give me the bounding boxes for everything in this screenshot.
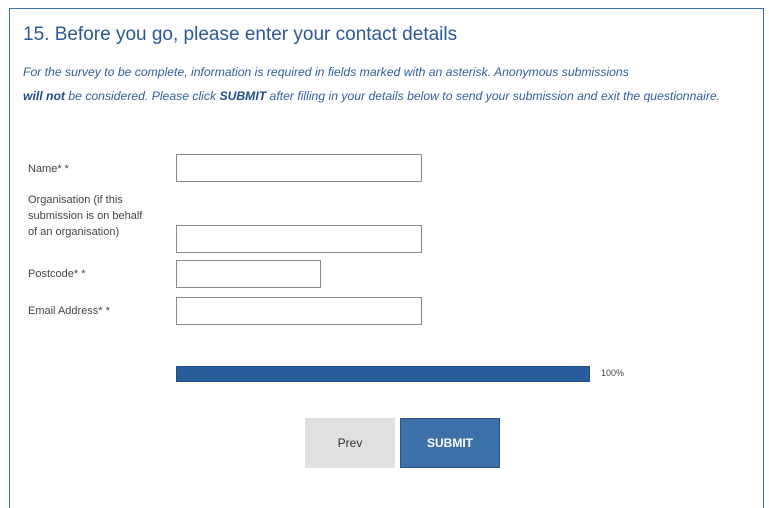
instructions-text-2: be considered. Please click bbox=[64, 89, 220, 103]
name-label: Name* * bbox=[28, 163, 69, 175]
progress-bar-fill bbox=[177, 367, 589, 381]
question-instructions: For the survey to be complete, informati… bbox=[23, 60, 748, 108]
organisation-label-line-2: submission is on behalf bbox=[28, 210, 143, 222]
organisation-label: Organisation (if this submission is on b… bbox=[28, 192, 142, 240]
organisation-label-line-1: Organisation (if this bbox=[28, 194, 123, 206]
question-title: 15. Before you go, please enter your con… bbox=[23, 24, 458, 45]
progress-bar bbox=[176, 366, 590, 382]
progress-percent: 100% bbox=[601, 368, 625, 378]
postcode-input[interactable] bbox=[176, 260, 321, 288]
name-input[interactable] bbox=[176, 154, 422, 182]
postcode-label: Postcode* * bbox=[28, 268, 86, 280]
email-label: Email Address* * bbox=[28, 305, 110, 317]
email-input[interactable] bbox=[176, 297, 422, 325]
instructions-text-3: after filling in your details below to s… bbox=[266, 89, 721, 103]
organisation-label-line-3: of an organisation) bbox=[28, 226, 120, 238]
instructions-emphasis-submit: SUBMIT bbox=[219, 89, 267, 103]
prev-button[interactable]: Prev bbox=[305, 418, 395, 468]
instructions-emphasis-will-not: will not bbox=[23, 89, 65, 103]
organisation-input[interactable] bbox=[176, 225, 422, 253]
instructions-text-1: For the survey to be complete, informati… bbox=[23, 65, 629, 79]
submit-button[interactable]: SUBMIT bbox=[400, 418, 500, 468]
